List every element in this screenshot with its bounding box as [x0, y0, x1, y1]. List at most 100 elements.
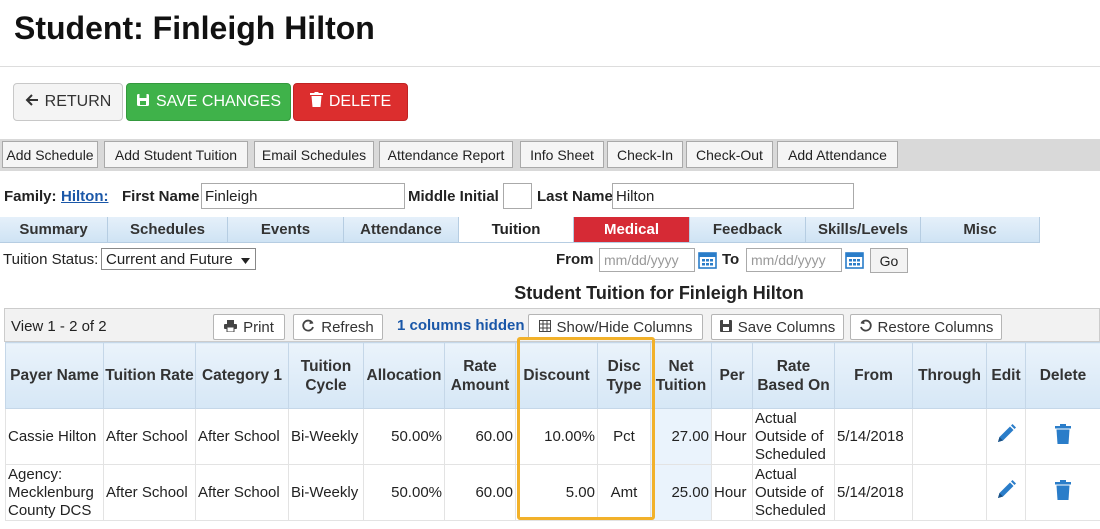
grid-header-row: Payer Name Tuition Rate Category 1 Tuiti…: [5, 342, 1100, 409]
allocation-cell: 50.00%: [363, 408, 445, 465]
col-header-rate-based-on[interactable]: Rate Based On: [752, 342, 835, 409]
add-student-tuition-button[interactable]: Add Student Tuition: [104, 141, 248, 168]
add-attendance-button[interactable]: Add Attendance: [777, 141, 898, 168]
tab-tuition[interactable]: Tuition: [459, 217, 574, 242]
pencil-icon[interactable]: [995, 423, 1017, 445]
rate-based-on-cell: Actual Outside of Scheduled: [752, 464, 835, 521]
refresh-label: Refresh: [321, 318, 374, 336]
tabs-divider: [0, 242, 1040, 243]
col-header-net-tuition[interactable]: Net Tuition: [650, 342, 712, 409]
refresh-button[interactable]: Refresh: [293, 314, 383, 340]
save-disk-icon: [136, 93, 150, 112]
col-header-rate-amount[interactable]: Rate Amount: [444, 342, 516, 409]
go-button[interactable]: Go: [870, 248, 908, 273]
first-name-label: First Name: [122, 188, 200, 205]
middle-initial-input[interactable]: [503, 183, 532, 209]
tab-feedback[interactable]: Feedback: [690, 217, 806, 242]
restore-columns-button[interactable]: Restore Columns: [850, 314, 1002, 340]
student-toolbar: Add Schedule Add Student Tuition Email S…: [0, 139, 1100, 171]
tab-summary[interactable]: Summary: [0, 217, 108, 242]
tab-schedules[interactable]: Schedules: [108, 217, 228, 242]
trash-icon[interactable]: [1052, 424, 1074, 446]
rate-amount-cell: 60.00: [444, 408, 516, 465]
check-in-button[interactable]: Check-In: [607, 141, 683, 168]
student-tabs: Summary Schedules Events Attendance Tuit…: [0, 217, 1040, 242]
add-schedule-button[interactable]: Add Schedule: [2, 141, 98, 168]
tuition-cycle-cell: Bi-Weekly: [288, 464, 364, 521]
grid-title: Student Tuition for Finleigh Hilton: [514, 283, 804, 303]
tuition-rate-cell: After School: [103, 408, 196, 465]
from-date-input[interactable]: mm/dd/yyyy: [599, 248, 695, 272]
col-header-category-1[interactable]: Category 1: [195, 342, 289, 409]
col-header-delete: Delete: [1025, 342, 1100, 409]
rate-based-on-cell: Actual Outside of Scheduled: [752, 408, 835, 465]
save-columns-button[interactable]: Save Columns: [711, 314, 844, 340]
tuition-status-label: Tuition Status:: [3, 251, 99, 268]
tab-skills-levels[interactable]: Skills/Levels: [806, 217, 921, 242]
restore-columns-label: Restore Columns: [877, 318, 994, 336]
col-header-payer-name[interactable]: Payer Name: [5, 342, 104, 409]
page-title: Student: Finleigh Hilton: [14, 10, 375, 46]
tab-events[interactable]: Events: [228, 217, 344, 242]
first-name-input[interactable]: [201, 183, 405, 209]
print-icon: [224, 319, 238, 336]
check-out-button[interactable]: Check-Out: [686, 141, 773, 168]
col-header-tuition-rate[interactable]: Tuition Rate: [103, 342, 196, 409]
col-header-edit: Edit: [986, 342, 1026, 409]
delete-cell: [1025, 408, 1100, 465]
calendar-icon[interactable]: [698, 250, 717, 269]
table-row: Agency: Mecklenburg County DCS After Sch…: [5, 464, 1100, 521]
pencil-icon[interactable]: [995, 479, 1017, 501]
save-disk-icon: [719, 319, 732, 336]
tuition-rate-cell: After School: [103, 464, 196, 521]
edit-cell: [986, 408, 1026, 465]
info-sheet-button[interactable]: Info Sheet: [520, 141, 604, 168]
rate-amount-cell: 60.00: [444, 464, 516, 521]
to-date-input[interactable]: mm/dd/yyyy: [746, 248, 842, 272]
family-link[interactable]: Hilton:: [61, 188, 108, 205]
hidden-columns-text: 1 columns hidden: [397, 317, 525, 334]
tab-medical[interactable]: Medical: [574, 217, 690, 242]
trash-icon[interactable]: [1052, 480, 1074, 502]
print-button[interactable]: Print: [213, 314, 285, 340]
tuition-grid: Payer Name Tuition Rate Category 1 Tuiti…: [5, 342, 1100, 521]
return-button[interactable]: RETURN: [13, 83, 123, 121]
through-cell: [912, 408, 987, 465]
discount-cell: 10.00%: [515, 408, 598, 465]
through-cell: [912, 464, 987, 521]
category-cell: After School: [195, 408, 289, 465]
middle-initial-label: Middle Initial: [408, 188, 499, 205]
restore-icon: [859, 319, 872, 336]
show-hide-columns-button[interactable]: Show/Hide Columns: [528, 314, 703, 340]
save-columns-label: Save Columns: [737, 318, 836, 336]
tuition-status-select[interactable]: Current and Future: [101, 248, 256, 270]
discount-cell: 5.00: [515, 464, 598, 521]
col-header-discount[interactable]: Discount: [515, 342, 598, 409]
delete-label: DELETE: [328, 93, 392, 110]
title-divider: [0, 66, 1100, 67]
col-header-tuition-cycle[interactable]: Tuition Cycle: [288, 342, 364, 409]
table-row: Cassie Hilton After School After School …: [5, 408, 1100, 465]
email-schedules-button[interactable]: Email Schedules: [254, 141, 374, 168]
col-header-allocation[interactable]: Allocation: [363, 342, 445, 409]
col-header-per[interactable]: Per: [711, 342, 753, 409]
per-cell: Hour: [711, 464, 753, 521]
attendance-report-button[interactable]: Attendance Report: [379, 141, 513, 168]
tab-attendance[interactable]: Attendance: [344, 217, 459, 242]
family-label: Family:: [4, 188, 57, 205]
last-name-input[interactable]: [612, 183, 854, 209]
col-header-from[interactable]: From: [834, 342, 913, 409]
student-name-row: Family: Hilton: First Name Middle Initia…: [0, 182, 1100, 210]
tuition-cycle-cell: Bi-Weekly: [288, 408, 364, 465]
trash-icon: [309, 92, 323, 112]
delete-button[interactable]: DELETE: [293, 83, 408, 121]
net-tuition-cell: 25.00: [650, 464, 712, 521]
edit-cell: [986, 464, 1026, 521]
col-header-through[interactable]: Through: [912, 342, 987, 409]
calendar-icon[interactable]: [845, 250, 864, 269]
show-hide-columns-label: Show/Hide Columns: [556, 318, 693, 336]
tab-misc[interactable]: Misc: [921, 217, 1040, 242]
save-changes-button[interactable]: SAVE CHANGES: [126, 83, 291, 121]
col-header-disc-type[interactable]: Disc Type: [597, 342, 651, 409]
to-label: To: [722, 251, 740, 268]
